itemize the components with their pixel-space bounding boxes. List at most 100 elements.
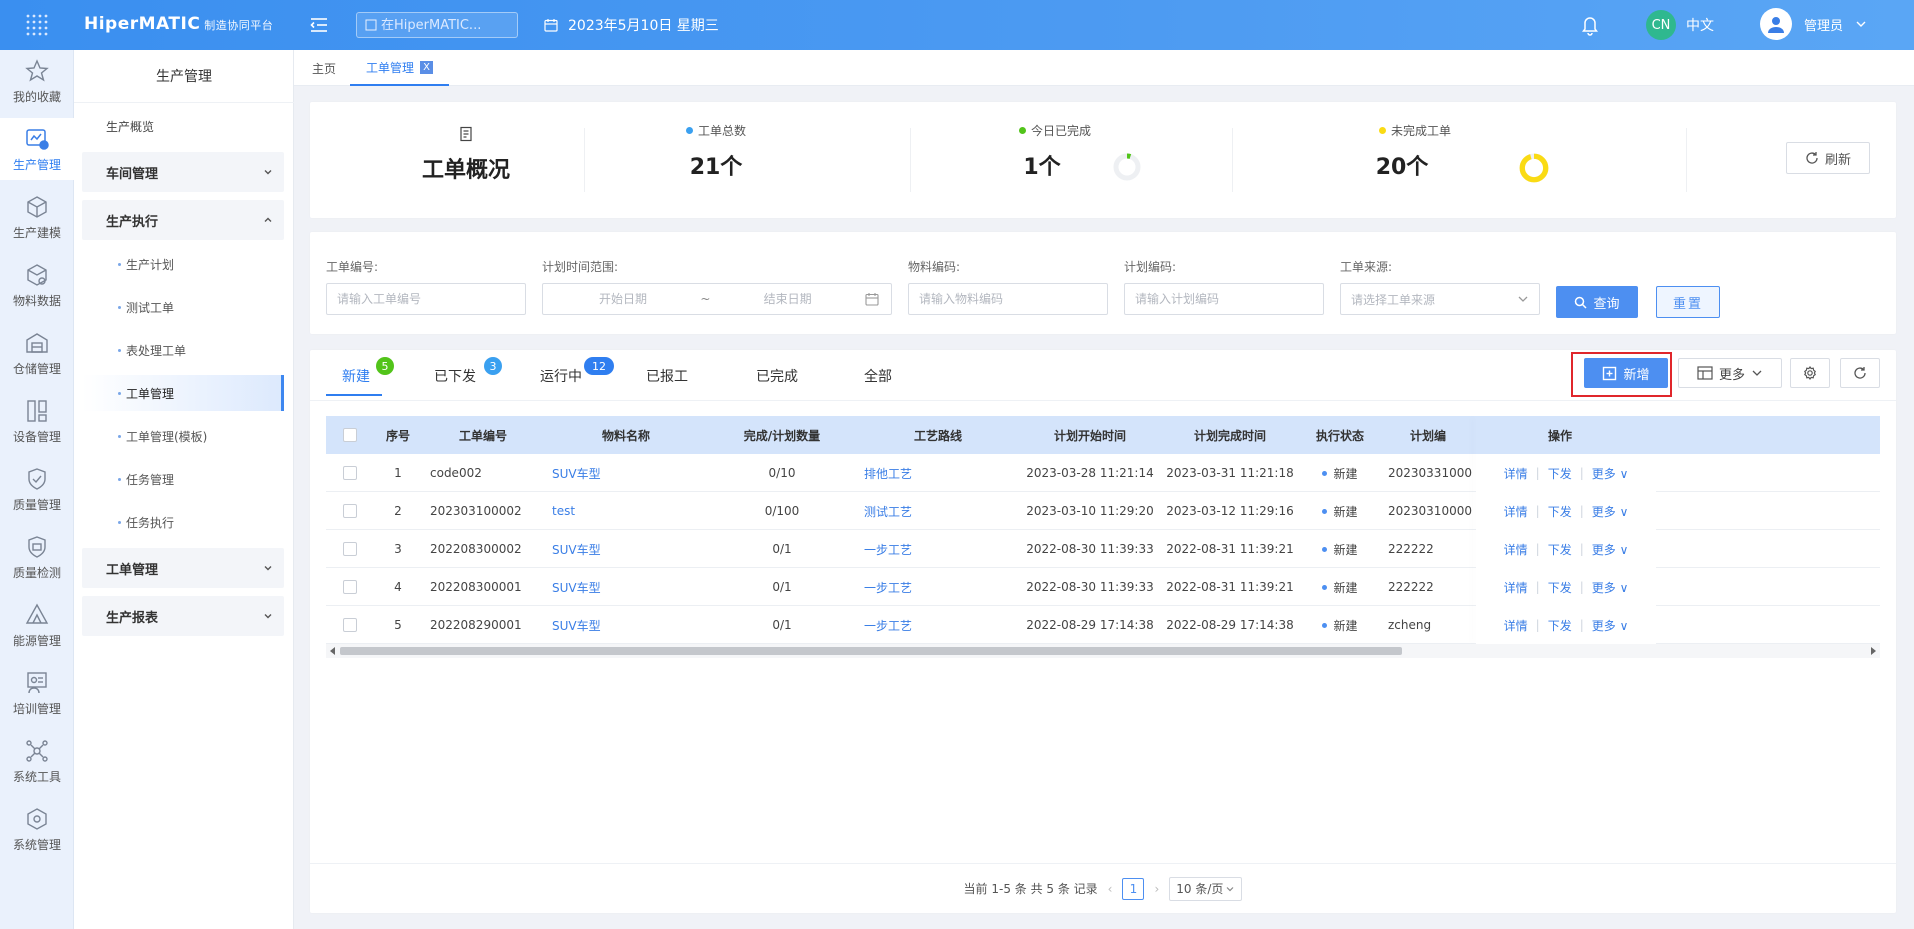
submenu-item-overview[interactable]: 生产概览: [106, 118, 154, 135]
submenu-item-surface-order[interactable]: 表处理工单: [82, 332, 284, 368]
cell-material-link[interactable]: test: [552, 492, 708, 530]
more-link[interactable]: 更多 ∨: [1592, 617, 1629, 634]
reload-button[interactable]: [1840, 358, 1880, 388]
global-search-field[interactable]: [381, 17, 511, 33]
notification-bell-icon[interactable]: [1580, 14, 1600, 36]
status-tab-completed[interactable]: 已完成: [756, 366, 798, 386]
order-no-input[interactable]: [337, 292, 525, 306]
scrollbar-thumb[interactable]: [340, 647, 1402, 655]
more-link[interactable]: 更多 ∨: [1592, 541, 1629, 558]
end-date-input[interactable]: [727, 292, 848, 306]
global-search-input[interactable]: [356, 12, 518, 38]
submenu-item-task-exec[interactable]: 任务执行: [82, 504, 284, 540]
more-actions-button[interactable]: 更多: [1678, 358, 1782, 388]
language-switch[interactable]: CN 中文: [1646, 10, 1714, 40]
row-checkbox[interactable]: [343, 580, 357, 594]
scroll-right-icon[interactable]: [1869, 647, 1877, 655]
close-icon[interactable]: X: [420, 60, 434, 74]
row-checkbox[interactable]: [343, 504, 357, 518]
rail-item-system[interactable]: 系统管理: [0, 798, 74, 860]
next-page-icon[interactable]: ›: [1154, 882, 1159, 896]
status-tab-all[interactable]: 全部: [864, 366, 892, 386]
detail-link[interactable]: 详情: [1504, 617, 1528, 634]
cell-material-link[interactable]: SUV车型: [552, 606, 708, 644]
submenu-item-workorder-template[interactable]: 工单管理(模板): [82, 418, 284, 454]
status-tab-reported[interactable]: 已报工: [646, 366, 688, 386]
menu-collapse-icon[interactable]: [308, 14, 330, 36]
rail-item-tools[interactable]: 系统工具: [0, 730, 74, 792]
detail-link[interactable]: 详情: [1504, 465, 1528, 482]
rail-item-device[interactable]: 设备管理: [0, 390, 74, 452]
submenu-group-execution[interactable]: 生产执行: [82, 200, 284, 240]
submenu-item-task-manage[interactable]: 任务管理: [82, 461, 284, 497]
settings-cube-icon: [27, 807, 47, 830]
table-row[interactable]: 4 202208300001 SUV车型 0/1 一步工艺 2022-08-30…: [326, 568, 1880, 606]
table-row[interactable]: 5 202208290001 SUV车型 0/1 一步工艺 2022-08-29…: [326, 606, 1880, 644]
date-range-picker[interactable]: ~: [542, 283, 892, 315]
submenu-group-workorder[interactable]: 工单管理: [82, 548, 284, 588]
row-checkbox[interactable]: [343, 618, 357, 632]
settings-button[interactable]: [1790, 358, 1830, 388]
source-select[interactable]: 请选择工单来源: [1340, 283, 1540, 315]
scroll-left-icon[interactable]: [329, 647, 337, 655]
cell-route-link[interactable]: 一步工艺: [864, 606, 1020, 644]
cell-material-link[interactable]: SUV车型: [552, 454, 708, 492]
submenu-item-plan[interactable]: 生产计划: [82, 246, 284, 282]
submenu-item-workorder[interactable]: 工单管理: [82, 375, 284, 411]
table-row[interactable]: 2 202303100002 test 0/100 测试工艺 2023-03-1…: [326, 492, 1880, 530]
reset-button[interactable]: 重置: [1656, 286, 1720, 318]
table-row[interactable]: 1 code002 SUV车型 0/10 排他工艺 2023-03-28 11:…: [326, 454, 1880, 492]
page-number-button[interactable]: 1: [1122, 877, 1145, 900]
rail-item-favorites[interactable]: 我的收藏: [0, 50, 74, 112]
user-menu[interactable]: 管理员: [1760, 8, 1867, 40]
rail-item-energy[interactable]: 能源管理: [0, 594, 74, 656]
rail-item-warehouse[interactable]: 仓储管理: [0, 322, 74, 384]
table-row[interactable]: 3 202208300002 SUV车型 0/1 一步工艺 2022-08-30…: [326, 530, 1880, 568]
issue-link[interactable]: 下发: [1548, 617, 1572, 634]
status-tab-running[interactable]: 运行中 12: [540, 357, 614, 386]
select-all-checkbox[interactable]: [343, 428, 357, 442]
query-button[interactable]: 查询: [1556, 286, 1638, 318]
issue-link[interactable]: 下发: [1548, 579, 1572, 596]
cell-route-link[interactable]: 一步工艺: [864, 568, 1020, 606]
submenu-item-test-order[interactable]: 测试工单: [82, 289, 284, 325]
more-link[interactable]: 更多 ∨: [1592, 503, 1629, 520]
status-tab-new[interactable]: 新建 5: [342, 357, 394, 386]
submenu-group-report[interactable]: 生产报表: [82, 596, 284, 636]
rail-item-inspection[interactable]: 质量检测: [0, 526, 74, 588]
material-code-input[interactable]: [919, 292, 1107, 306]
cell-material-link[interactable]: SUV车型: [552, 568, 708, 606]
count-badge: 12: [584, 357, 614, 375]
cell-route-link[interactable]: 测试工艺: [864, 492, 1020, 530]
issue-link[interactable]: 下发: [1548, 541, 1572, 558]
tab-home[interactable]: 主页: [312, 50, 336, 86]
cell-route-link[interactable]: 一步工艺: [864, 530, 1020, 568]
tab-workorder[interactable]: 工单管理 X: [350, 50, 450, 86]
cell-route-link[interactable]: 排他工艺: [864, 454, 1020, 492]
issue-link[interactable]: 下发: [1548, 503, 1572, 520]
more-link[interactable]: 更多 ∨: [1592, 579, 1629, 596]
row-checkbox[interactable]: [343, 542, 357, 556]
issue-link[interactable]: 下发: [1548, 465, 1572, 482]
horizontal-scrollbar[interactable]: [326, 644, 1880, 658]
detail-link[interactable]: 详情: [1504, 503, 1528, 520]
page-size-select[interactable]: 10 条/页: [1169, 876, 1243, 901]
rail-item-quality[interactable]: 质量管理: [0, 458, 74, 520]
row-checkbox[interactable]: [343, 466, 357, 480]
status-tab-issued[interactable]: 已下发 3: [434, 357, 502, 386]
submenu-group-workshop[interactable]: 车间管理: [82, 152, 284, 192]
rail-item-modeling[interactable]: 生产建模: [0, 186, 74, 248]
start-date-input[interactable]: [563, 292, 683, 306]
shield-check-icon: [28, 535, 46, 558]
detail-link[interactable]: 详情: [1504, 579, 1528, 596]
more-link[interactable]: 更多 ∨: [1592, 465, 1629, 482]
rail-item-production[interactable]: 生产管理: [0, 118, 74, 180]
cell-material-link[interactable]: SUV车型: [552, 530, 708, 568]
rail-item-training[interactable]: 培训管理: [0, 662, 74, 724]
detail-link[interactable]: 详情: [1504, 541, 1528, 558]
app-grid-icon[interactable]: [0, 0, 74, 50]
plan-code-input[interactable]: [1135, 292, 1323, 306]
refresh-button[interactable]: 刷新: [1786, 142, 1870, 174]
rail-item-material[interactable]: 物料数据: [0, 254, 74, 316]
prev-page-icon[interactable]: ‹: [1108, 882, 1113, 896]
